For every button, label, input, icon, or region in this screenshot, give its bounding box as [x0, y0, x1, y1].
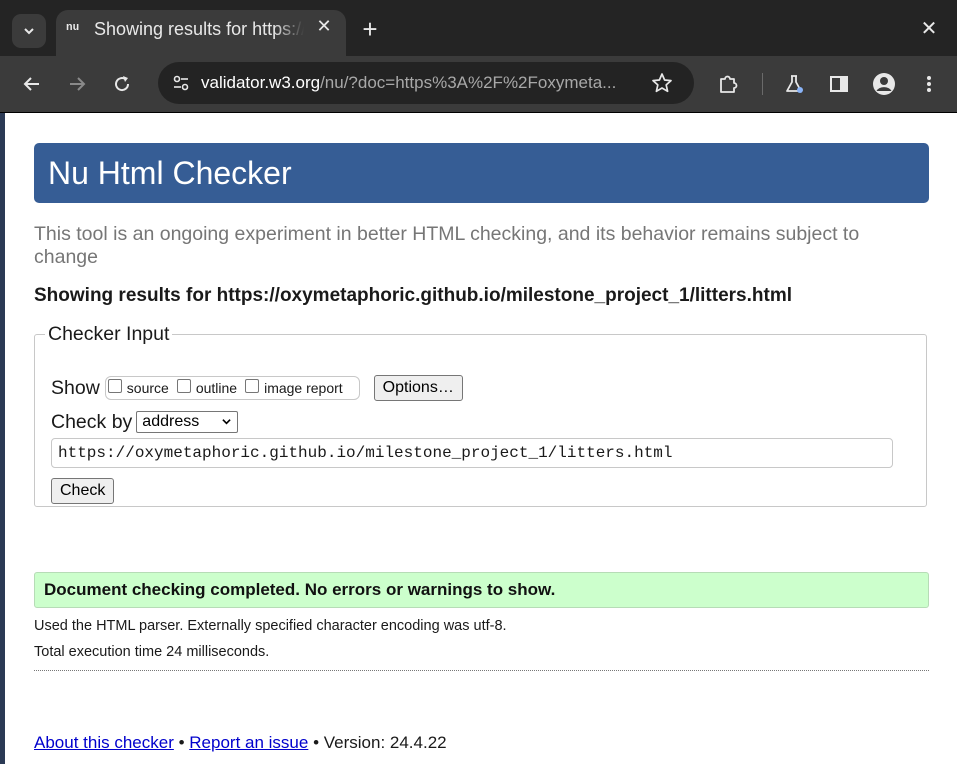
tab-title: Showing results for https://oxymetaphori…	[94, 19, 304, 40]
arrow-right-icon	[70, 77, 86, 91]
toolbar-divider	[762, 73, 763, 95]
options-button[interactable]: Options…	[373, 375, 463, 401]
show-outline-option[interactable]: outline	[176, 379, 238, 396]
bookmark-star-icon[interactable]	[650, 71, 674, 95]
labs-button[interactable]	[778, 68, 810, 100]
extensions-button[interactable]	[712, 68, 744, 100]
puzzle-icon	[720, 75, 738, 93]
back-button[interactable]	[16, 68, 48, 100]
chevron-down-icon	[24, 28, 34, 35]
footer: About this checker • Report an issue • V…	[34, 733, 447, 753]
outline-checkbox[interactable]	[176, 379, 191, 393]
side-panel-button[interactable]	[823, 68, 855, 100]
page-header: Nu Html Checker	[34, 143, 929, 203]
source-label: source	[126, 380, 169, 396]
tab-favicon: nu	[66, 22, 80, 34]
tab-strip: nu Showing results for https://oxymetaph…	[0, 0, 957, 56]
report-issue-link[interactable]: Report an issue	[189, 733, 308, 752]
show-options-group: source outline image report	[104, 376, 360, 400]
show-image-report-option[interactable]: image report	[245, 379, 343, 396]
show-label: Show	[51, 376, 100, 399]
chevron-down-icon	[222, 419, 231, 425]
success-message-box: Document checking completed. No errors o…	[34, 572, 929, 608]
url-path: /nu/?doc=https%3A%2F%2Foxymeta...	[320, 73, 617, 92]
checker-input-fieldset: Checker Input Show source outline image …	[34, 323, 927, 507]
check-by-row: Check by address	[51, 409, 239, 435]
about-checker-link[interactable]: About this checker	[34, 733, 174, 752]
arrow-left-icon	[23, 77, 39, 91]
browser-window: nu Showing results for https://oxymetaph…	[0, 0, 957, 764]
site-info-icon[interactable]	[168, 70, 194, 96]
tab-search-button[interactable]	[12, 14, 46, 48]
browser-toolbar: validator.w3.org/nu/?doc=https%3A%2F%2Fo…	[0, 56, 957, 113]
footer-separator: •	[173, 733, 190, 752]
image-report-label: image report	[264, 380, 343, 396]
address-bar[interactable]: validator.w3.org/nu/?doc=https%3A%2F%2Fo…	[158, 62, 694, 104]
reload-icon	[115, 76, 130, 92]
kebab-menu-icon	[927, 76, 931, 92]
outline-label: outline	[195, 380, 238, 396]
page-title: Nu Html Checker	[48, 155, 292, 191]
results-heading: Showing results for https://oxymetaphori…	[34, 285, 792, 306]
execution-time: Total execution time 24 milliseconds.	[34, 644, 270, 660]
check-button[interactable]: Check	[51, 478, 115, 504]
window-close-button[interactable]: ✕	[917, 14, 941, 44]
url-text[interactable]: validator.w3.org/nu/?doc=https%3A%2F%2Fo…	[201, 73, 651, 93]
tab-close-icon[interactable]: ✕	[314, 16, 334, 40]
check-by-select[interactable]: address	[136, 411, 239, 433]
profile-button[interactable]	[868, 68, 900, 100]
check-by-value: address	[142, 413, 200, 430]
parser-details: Used the HTML parser. Externally specifi…	[34, 618, 507, 634]
active-tab[interactable]: nu Showing results for https://oxymetaph…	[56, 10, 346, 56]
menu-button[interactable]	[913, 68, 945, 100]
check-by-label: Check by	[51, 410, 133, 433]
version-text: • Version: 24.4.22	[308, 733, 447, 752]
checker-input-legend: Checker Input	[48, 323, 170, 345]
dotted-divider	[34, 670, 929, 671]
show-row: Show source outline image report Options…	[51, 374, 463, 402]
image-report-checkbox[interactable]	[245, 379, 260, 393]
success-message: Document checking completed. No errors o…	[44, 580, 556, 599]
url-host: validator.w3.org	[201, 73, 321, 92]
document-url-input[interactable]: https://oxymetaphoric.github.io/mileston…	[51, 438, 893, 468]
tagline: This tool is an ongoing experiment in be…	[34, 223, 860, 268]
flask-icon	[786, 75, 803, 93]
reload-button[interactable]	[106, 68, 138, 100]
page-content: Nu Html Checker This tool is an ongoing …	[5, 113, 957, 764]
forward-button[interactable]	[61, 68, 93, 100]
new-tab-button[interactable]: +	[358, 14, 382, 44]
side-panel-icon	[830, 76, 848, 92]
show-source-option[interactable]: source	[107, 379, 169, 396]
source-checkbox[interactable]	[107, 379, 122, 393]
avatar-icon	[873, 73, 895, 95]
